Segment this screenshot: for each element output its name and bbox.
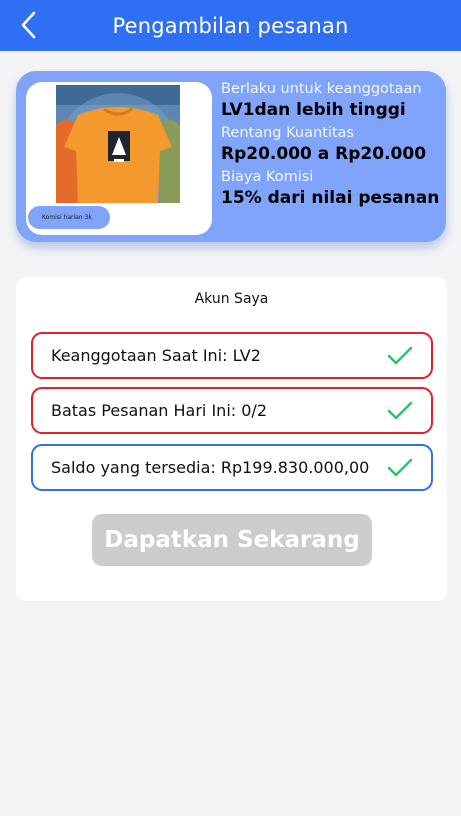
product-info: Berlaku untuk keanggotaan LV1dan lebih t… xyxy=(221,80,441,209)
check-icon xyxy=(387,346,413,364)
quantity-label: Rentang Kuantitas xyxy=(221,125,354,141)
chevron-left-icon xyxy=(21,11,36,39)
status-text: Batas Pesanan Hari Ini: 0/2 xyxy=(51,401,267,420)
quantity-value: Rp20.000 a Rp20.000 xyxy=(221,144,427,164)
status-text: Saldo yang tersedia: Rp199.830.000,00 xyxy=(51,458,370,477)
membership-label: Berlaku untuk keanggotaan xyxy=(221,81,422,97)
account-title: Akun Saya xyxy=(194,291,269,307)
product-image-box: Komisi harian 3k xyxy=(26,82,212,235)
commission-badge: Komisi harian 3k xyxy=(28,206,110,229)
order-limit-status-row: Batas Pesanan Hari Ini: 0/2 xyxy=(31,387,433,434)
check-icon xyxy=(387,458,413,476)
header-bar: Pengambilan pesanan xyxy=(0,0,461,51)
account-card: Akun Saya Keanggotaan Saat Ini: LV2 Bata… xyxy=(16,277,447,601)
check-icon xyxy=(387,401,413,419)
fee-label: Biaya Komisi xyxy=(221,169,314,185)
balance-status-row: Saldo yang tersedia: Rp199.830.000,00 xyxy=(31,444,433,491)
membership-status-row: Keanggotaan Saat Ini: LV2 xyxy=(31,332,433,379)
page-title: Pengambilan pesanan xyxy=(112,13,349,38)
product-card: Komisi harian 3k Berlaku untuk keanggota… xyxy=(16,71,446,242)
status-text: Keanggotaan Saat Ini: LV2 xyxy=(51,346,261,365)
product-photo xyxy=(56,85,180,203)
get-now-button[interactable]: Dapatkan Sekarang xyxy=(92,514,372,566)
fee-value: 15% dari nilai pesanan xyxy=(221,188,440,208)
membership-value: LV1dan lebih tinggi xyxy=(221,100,406,120)
back-button[interactable] xyxy=(14,10,42,40)
